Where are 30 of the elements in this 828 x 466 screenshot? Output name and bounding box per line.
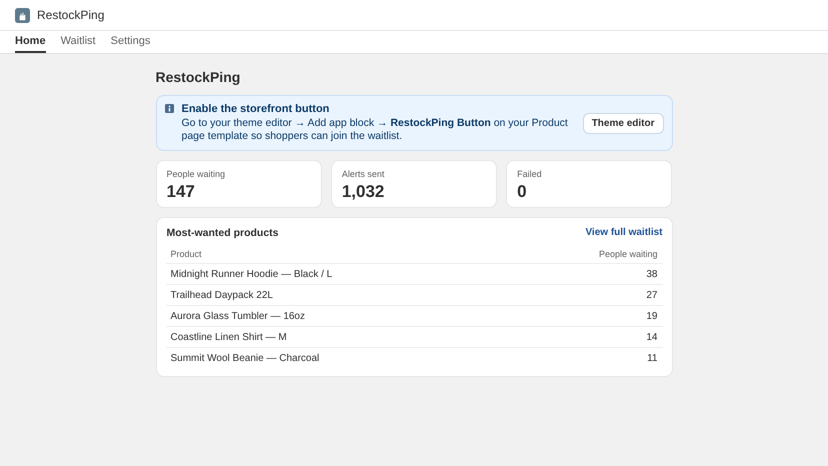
theme-editor-button[interactable]: Theme editor: [582, 112, 664, 134]
app-logo-icon: [15, 8, 30, 22]
product-name: Coastline Linen Shirt — M: [170, 332, 287, 342]
stat-label: People waiting: [166, 169, 226, 179]
view-waitlist-link[interactable]: View full waitlist: [585, 227, 662, 239]
column-header: Product: [170, 249, 202, 259]
product-name: Summit Wool Beanie — Charcoal: [170, 352, 320, 364]
app-name: RestockPing: [37, 8, 104, 22]
info-icon: [164, 104, 174, 113]
stat-value: 147: [166, 182, 196, 202]
waiting-count: 14: [646, 332, 658, 342]
stat-value: 1,032: [342, 182, 386, 202]
banner-title: Enable the storefront button: [182, 103, 330, 115]
nav-tab[interactable]: Waitlist: [60, 31, 96, 53]
product-name: Trailhead Daypack 22L: [170, 290, 273, 300]
waiting-count: 19: [646, 310, 658, 322]
stat-label: Alerts sent: [342, 169, 386, 179]
nav-tab[interactable]: Settings: [110, 31, 150, 53]
product-name: Midnight Runner Hoodie — Black / L: [170, 268, 332, 280]
waiting-count: 38: [646, 268, 658, 280]
waiting-count: 27: [646, 290, 658, 300]
column-header: People waiting: [598, 249, 658, 259]
stat-value: 0: [517, 182, 528, 202]
banner-text: Go to your theme editor → Add app block → RestockPing Button on your Product page template so shoppers can join the waitlist.: [182, 117, 569, 143]
nav-tab[interactable]: Home: [15, 31, 46, 53]
product-name: Aurora Glass Tumbler — 16oz: [170, 310, 305, 322]
waiting-count: 11: [647, 352, 658, 364]
card-title: Most-wanted products: [166, 227, 278, 239]
stat-label: Failed: [517, 169, 543, 179]
page-title: RestockPing: [156, 69, 242, 85]
